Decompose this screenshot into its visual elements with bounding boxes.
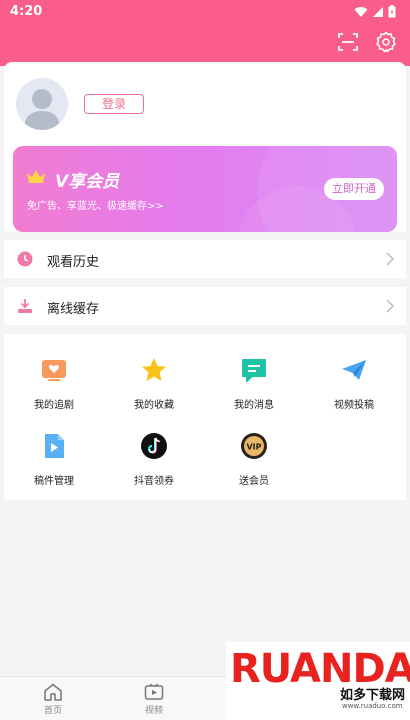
status-time: 4:20	[10, 4, 43, 19]
grid-item-label: 送会员	[239, 476, 269, 487]
paper-plane-icon	[342, 360, 366, 380]
grid-item-gift-vip[interactable]: VIP 送会员	[204, 432, 304, 502]
vip-subtitle[interactable]: 免广告、享蓝光、极速缓存>>	[27, 197, 164, 212]
grid-item-video-submit[interactable]: 视频投稿	[304, 356, 404, 426]
status-bar: 4:20	[0, 0, 410, 26]
user-avatar-icon[interactable]	[16, 78, 68, 130]
chevron-right-icon	[386, 252, 394, 266]
menu-item-history[interactable]: 观看历史	[4, 240, 406, 278]
site-watermark: RUANDAO 如多下载网 www.ruaduo.com	[226, 642, 410, 720]
grid-item-favorites[interactable]: 我的收藏	[104, 356, 204, 426]
grid-item-label: 稿件管理	[34, 476, 74, 487]
grid-item-my-shows[interactable]: 我的追剧	[4, 356, 104, 426]
vip-banner[interactable]: V享会员 免广告、享蓝光、极速缓存>> 立即开通	[13, 146, 397, 232]
gear-icon[interactable]	[374, 30, 398, 54]
menu-item-label: 离线缓存	[47, 302, 100, 317]
nav-label: 视频	[144, 706, 163, 716]
signal-icon	[373, 6, 383, 17]
video-play-icon	[144, 683, 164, 700]
nav-item-home[interactable]: 首页	[23, 683, 83, 716]
chevron-right-icon	[386, 299, 394, 313]
feature-grid: 我的追剧 我的收藏 我的消息 视频投稿 稿件管理 抖音领券 VIP 送会员	[4, 334, 406, 500]
grid-item-label: 抖音领券	[134, 476, 174, 487]
grid-item-label: 我的收藏	[134, 400, 174, 411]
grid-item-label: 我的消息	[234, 400, 274, 411]
tiktok-icon	[141, 433, 167, 459]
menu-item-label: 观看历史	[47, 255, 100, 270]
profile-section: 登录 V享会员 免广告、享蓝光、极速缓存>> 立即开通	[4, 62, 406, 232]
nav-item-video[interactable]: 视频	[124, 683, 184, 716]
top-header: 4:20	[0, 0, 410, 66]
login-button[interactable]: 登录	[84, 94, 144, 114]
svg-text:VIP: VIP	[246, 443, 261, 452]
tv-heart-icon	[42, 360, 66, 381]
battery-icon	[388, 5, 396, 18]
main-card: 登录 V享会员 免广告、享蓝光、极速缓存>> 立即开通 观看历史 离线缓存 我的…	[4, 62, 406, 720]
watermark-url: www.ruaduo.com	[342, 702, 403, 710]
wifi-icon	[354, 6, 368, 17]
system-icons	[354, 5, 396, 18]
clock-icon	[17, 251, 33, 267]
grid-item-label: 我的追剧	[34, 400, 74, 411]
vip-open-button[interactable]: 立即开通	[324, 178, 384, 200]
grid-item-messages[interactable]: 我的消息	[204, 356, 304, 426]
grid-item-label: 视频投稿	[334, 400, 374, 411]
star-icon	[142, 358, 166, 381]
grid-item-douyin-coupon[interactable]: 抖音领券	[104, 432, 204, 502]
message-icon	[242, 359, 266, 382]
scan-icon[interactable]	[336, 30, 360, 54]
video-file-icon	[45, 434, 64, 458]
vip-badge-icon: VIP	[241, 433, 267, 459]
menu-item-offline-cache[interactable]: 离线缓存	[4, 287, 406, 325]
download-icon	[18, 299, 32, 313]
grid-item-manuscript-manage[interactable]: 稿件管理	[4, 432, 104, 502]
home-icon	[44, 683, 62, 701]
crown-icon	[27, 170, 45, 183]
vip-title: V享会员	[55, 172, 120, 192]
nav-label: 首页	[43, 706, 62, 716]
watermark-site-name: 如多下载网	[340, 688, 406, 703]
